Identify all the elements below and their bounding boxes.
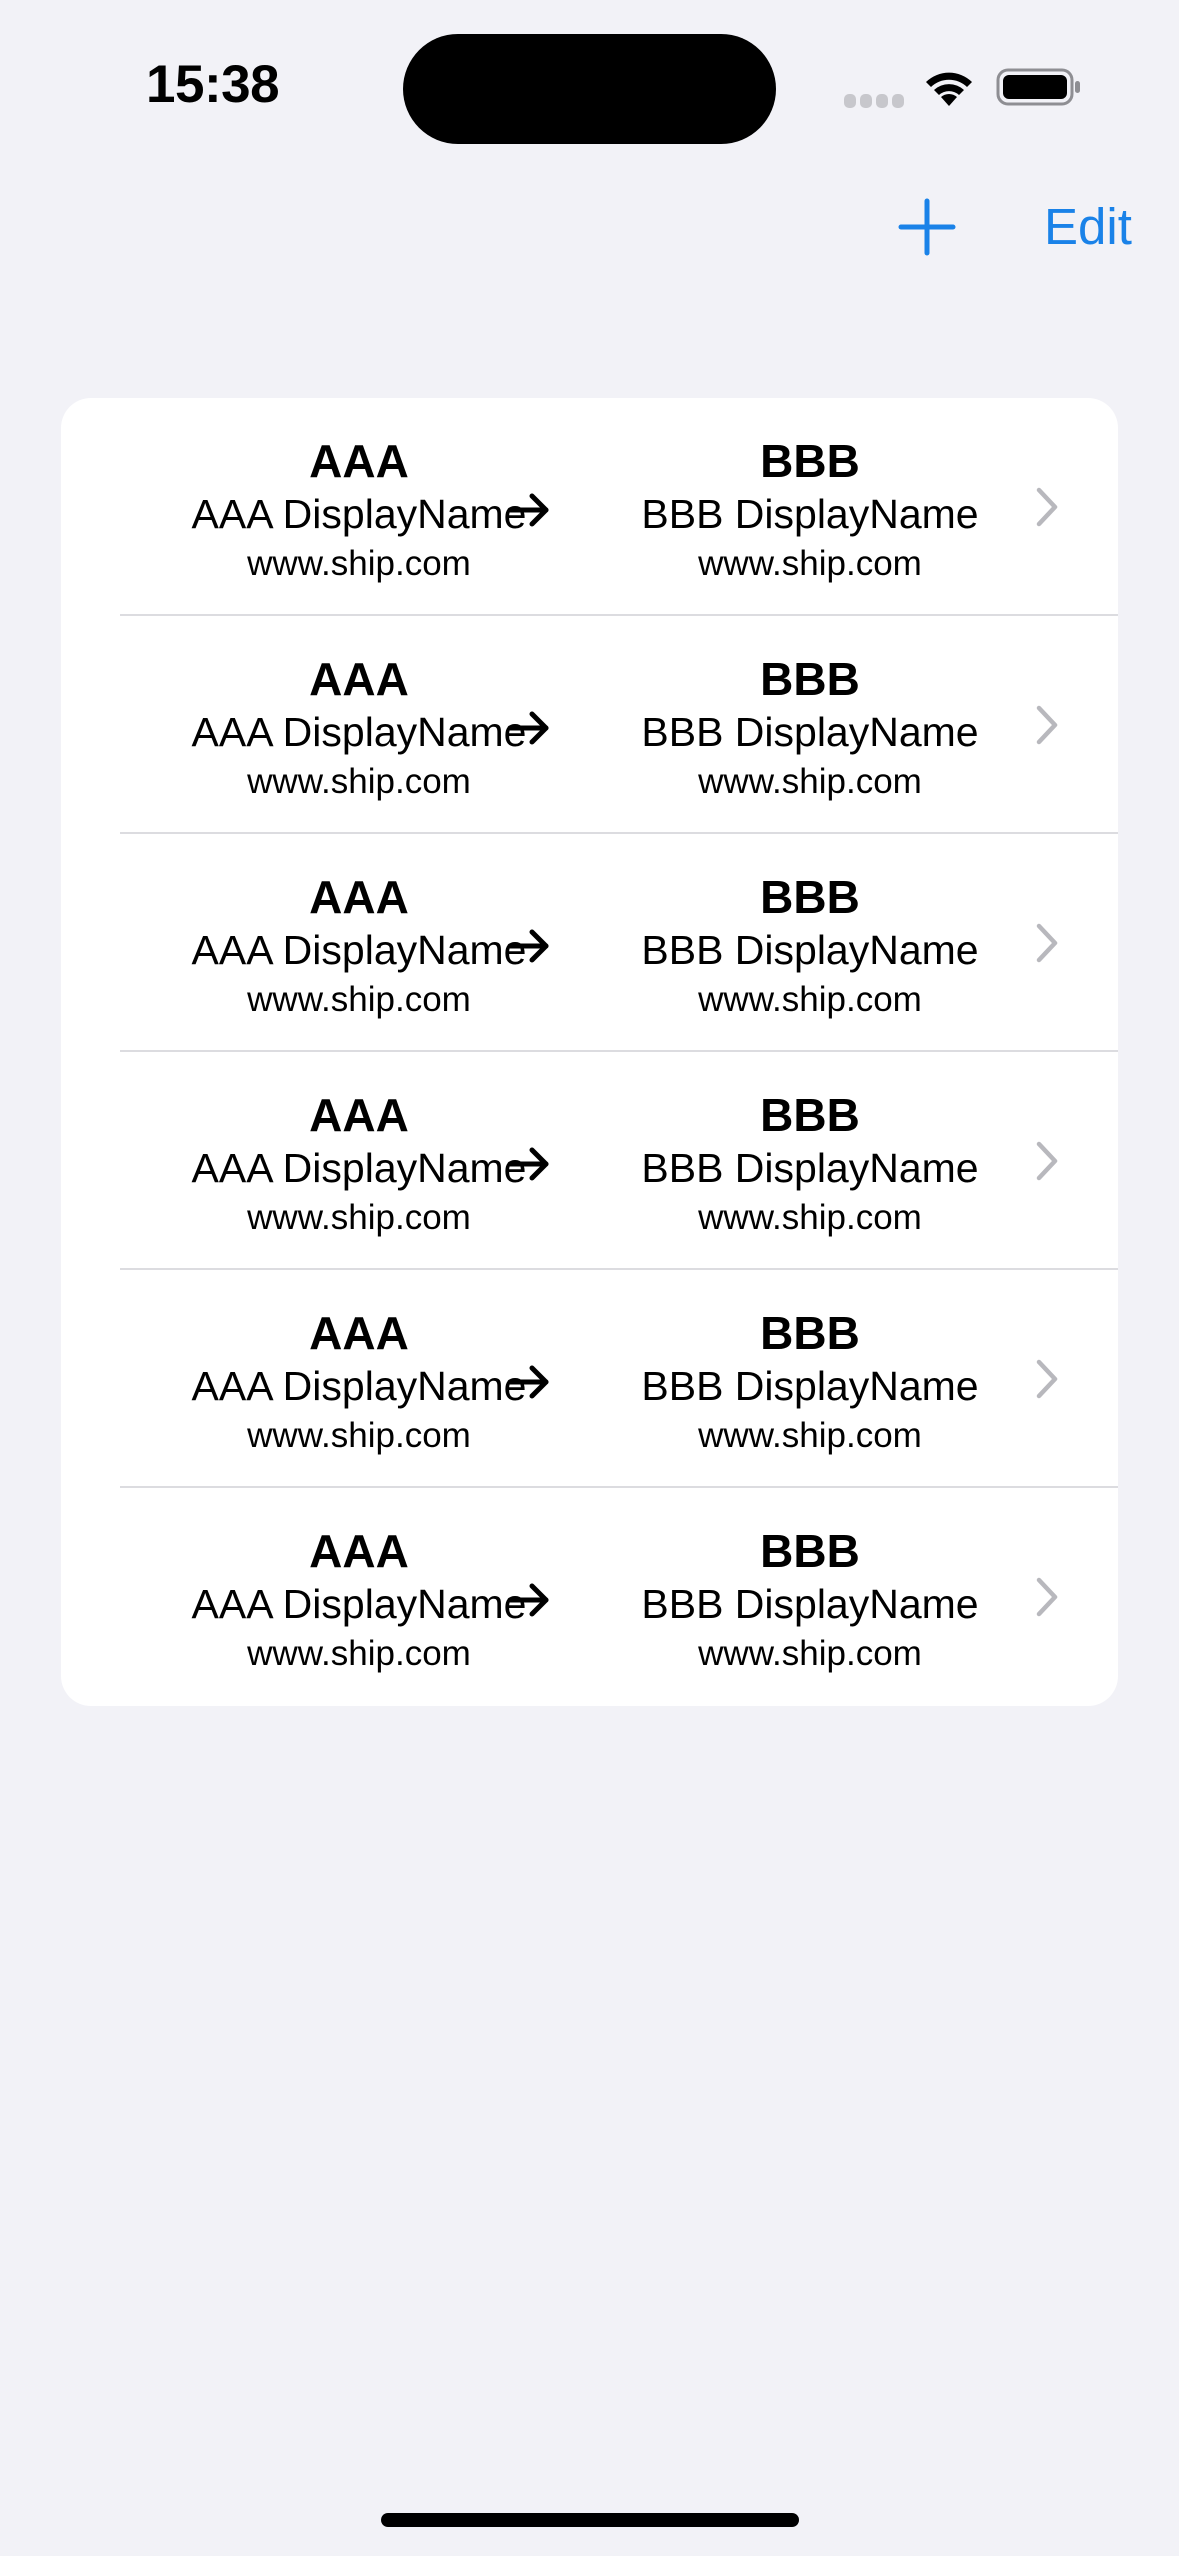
route-row[interactable]: AAA AAA DisplayName www.ship.com BBB BBB… — [61, 1488, 1118, 1706]
destination-display-name: BBB DisplayName — [641, 491, 979, 537]
destination-block: BBB BBB DisplayName www.ship.com — [600, 434, 1020, 588]
origin-code: AAA — [309, 1089, 409, 1141]
arrow-right-icon — [507, 711, 549, 745]
origin-url: www.ship.com — [247, 1198, 471, 1237]
route-row[interactable]: AAA AAA DisplayName www.ship.com BBB BBB… — [61, 1052, 1118, 1270]
destination-url: www.ship.com — [698, 544, 922, 583]
status-bar: 15:38 — [0, 0, 1179, 180]
destination-block: BBB BBB DisplayName www.ship.com — [600, 1306, 1020, 1460]
origin-url: www.ship.com — [247, 1634, 471, 1673]
destination-block: BBB BBB DisplayName www.ship.com — [600, 870, 1020, 1024]
destination-block: BBB BBB DisplayName www.ship.com — [600, 1524, 1020, 1678]
battery-icon — [996, 68, 1080, 106]
chevron-right-icon — [1036, 1577, 1058, 1617]
route-list: AAA AAA DisplayName www.ship.com BBB BBB… — [61, 398, 1118, 1706]
plus-icon — [898, 198, 956, 256]
arrow-right-icon — [507, 929, 549, 963]
origin-code: AAA — [309, 871, 409, 923]
destination-url: www.ship.com — [698, 1634, 922, 1673]
origin-url: www.ship.com — [247, 762, 471, 801]
origin-code: AAA — [309, 1525, 409, 1577]
chevron-right-icon — [1036, 923, 1058, 963]
origin-url: www.ship.com — [247, 1416, 471, 1455]
route-row[interactable]: AAA AAA DisplayName www.ship.com BBB BBB… — [61, 1270, 1118, 1488]
destination-code: BBB — [760, 1089, 860, 1141]
chevron-right-icon — [1036, 1141, 1058, 1181]
destination-code: BBB — [760, 435, 860, 487]
route-row[interactable]: AAA AAA DisplayName www.ship.com BBB BBB… — [61, 398, 1118, 616]
destination-code: BBB — [760, 1525, 860, 1577]
destination-display-name: BBB DisplayName — [641, 1363, 979, 1409]
route-row[interactable]: AAA AAA DisplayName www.ship.com BBB BBB… — [61, 616, 1118, 834]
home-indicator — [381, 2513, 799, 2527]
destination-url: www.ship.com — [698, 980, 922, 1019]
destination-code: BBB — [760, 1307, 860, 1359]
destination-display-name: BBB DisplayName — [641, 927, 979, 973]
destination-code: BBB — [760, 871, 860, 923]
destination-display-name: BBB DisplayName — [641, 1581, 979, 1627]
origin-url: www.ship.com — [247, 980, 471, 1019]
arrow-right-icon — [507, 1365, 549, 1399]
origin-code: AAA — [309, 653, 409, 705]
destination-url: www.ship.com — [698, 1416, 922, 1455]
wifi-icon — [926, 72, 972, 106]
origin-url: www.ship.com — [247, 544, 471, 583]
arrow-right-icon — [507, 1147, 549, 1181]
origin-code: AAA — [309, 435, 409, 487]
arrow-right-icon — [507, 1583, 549, 1617]
destination-code: BBB — [760, 653, 860, 705]
destination-display-name: BBB DisplayName — [641, 1145, 979, 1191]
add-button[interactable] — [896, 196, 958, 258]
destination-display-name: BBB DisplayName — [641, 709, 979, 755]
status-time: 15:38 — [146, 55, 280, 114]
destination-url: www.ship.com — [698, 1198, 922, 1237]
destination-block: BBB BBB DisplayName www.ship.com — [600, 1088, 1020, 1242]
destination-block: BBB BBB DisplayName www.ship.com — [600, 652, 1020, 806]
arrow-right-icon — [507, 493, 549, 527]
chevron-right-icon — [1036, 487, 1058, 527]
chevron-right-icon — [1036, 1359, 1058, 1399]
dynamic-island — [403, 34, 776, 144]
origin-code: AAA — [309, 1307, 409, 1359]
destination-url: www.ship.com — [698, 762, 922, 801]
edit-button[interactable]: Edit — [1044, 196, 1132, 258]
route-row[interactable]: AAA AAA DisplayName www.ship.com BBB BBB… — [61, 834, 1118, 1052]
chevron-right-icon — [1036, 705, 1058, 745]
cellular-signal-icon — [844, 94, 904, 108]
